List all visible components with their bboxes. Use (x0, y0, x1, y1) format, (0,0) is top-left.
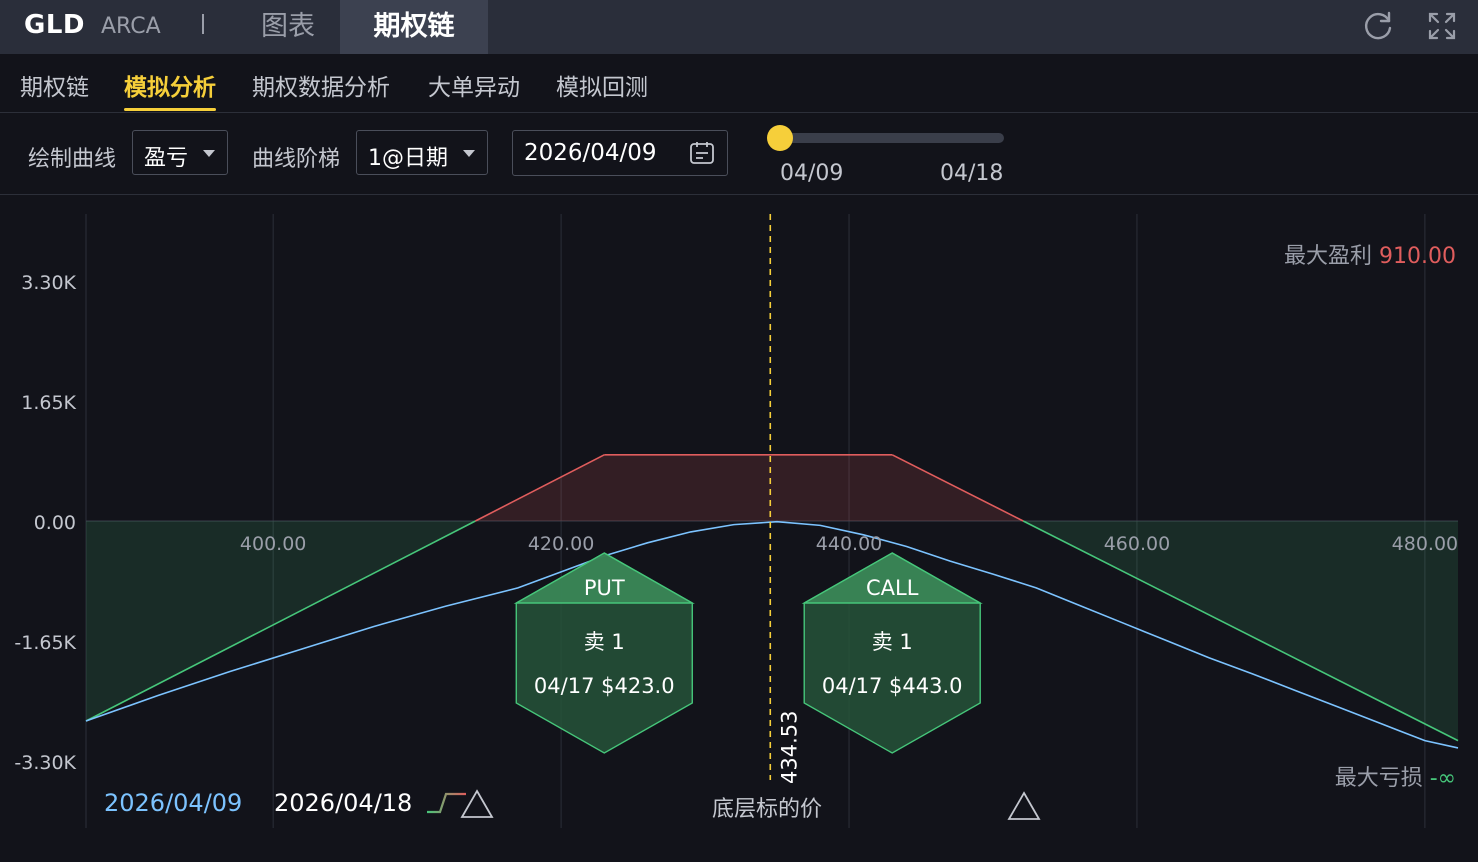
leg-detail-label: 04/17 $443.0 (822, 674, 963, 698)
max-loss-label: 最大亏损 (1334, 766, 1423, 791)
leg-detail-label: 04/17 $423.0 (534, 674, 675, 698)
leg-action-label: 卖 1 (872, 630, 913, 654)
y-tick-label: -1.65K (14, 632, 76, 654)
triangle-icon[interactable] (1006, 790, 1042, 822)
max-profit-value: 910.00 (1379, 244, 1456, 269)
max-profit: 最大盈利 910.00 (1284, 238, 1456, 270)
y-tick-label: 0.00 (34, 512, 76, 534)
x-tick-label: 460.00 (1104, 533, 1170, 555)
leg-type-label: CALL (866, 576, 919, 600)
x-tick-label: 480.00 (1392, 533, 1458, 555)
x-tick-label: 440.00 (816, 533, 882, 555)
leg-action-label: 卖 1 (584, 630, 625, 654)
max-profit-label: 最大盈利 (1284, 244, 1373, 269)
underlying-axis-label: 底层标的价 (712, 797, 823, 822)
y-tick-label: 1.65K (21, 392, 76, 414)
underlying-price-label: 434.53 (777, 711, 801, 784)
max-loss: 最大亏损 -∞ (1335, 760, 1456, 792)
y-tick-label: 3.30K (21, 272, 76, 294)
legend-curve-icons[interactable] (424, 788, 496, 820)
leg-type-label: PUT (584, 576, 625, 600)
payoff-curve-icon (427, 792, 466, 814)
payoff-chart[interactable]: 3.30K 1.65K 0.00 -1.65K -3.30K 400.00 420.00 44… (0, 0, 1478, 862)
triangle-icon (460, 789, 494, 818)
legend-date-current[interactable]: 2026/04/09 (104, 789, 242, 817)
profit-area (475, 454, 1024, 521)
y-tick-label: -3.30K (14, 752, 76, 774)
legend-date-expiry[interactable]: 2026/04/18 (274, 789, 412, 817)
x-tick-label: 420.00 (528, 533, 594, 555)
x-tick-label: 400.00 (240, 533, 306, 555)
max-loss-value: -∞ (1429, 766, 1456, 791)
